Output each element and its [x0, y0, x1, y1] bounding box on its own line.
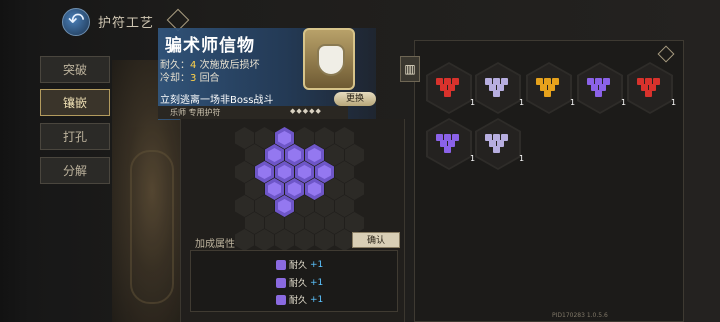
gem-count: 1 [519, 98, 525, 107]
empty-socket[interactable] [315, 127, 334, 149]
gem-count: 1 [671, 98, 677, 107]
tab-punch[interactable]: 打孔 [40, 123, 110, 150]
bonus-stat: 耐久 [289, 261, 308, 271]
tab-breakthrough[interactable]: 突破 [40, 56, 110, 83]
build-id: PID170283 1.0.5.6 [552, 312, 608, 319]
back-arrow-icon[interactable] [62, 8, 90, 36]
empty-socket[interactable] [295, 127, 314, 149]
gem-icon [544, 90, 551, 97]
filled-socket[interactable] [285, 144, 304, 166]
empty-socket[interactable] [255, 229, 274, 251]
gem-icon [444, 90, 451, 97]
filled-socket[interactable] [275, 161, 294, 183]
empty-socket[interactable] [315, 195, 334, 217]
empty-socket[interactable] [345, 144, 364, 166]
gem-count: 1 [470, 154, 476, 163]
filled-socket[interactable] [265, 178, 284, 200]
cooldown-suffix: 回合 [199, 73, 220, 84]
empty-socket[interactable] [325, 144, 344, 166]
gem-icon [645, 90, 652, 97]
empty-socket[interactable] [235, 127, 254, 149]
confirm-button[interactable]: 确认 [352, 232, 400, 248]
bonus-row: 耐久 +1 [276, 276, 323, 289]
bonus-value: +1 [310, 259, 324, 270]
filled-socket[interactable] [315, 161, 334, 183]
amulet-description: 立刻逃离一场非Boss战斗 [160, 95, 274, 106]
tab-decompose[interactable]: 分解 [40, 157, 110, 184]
empty-socket[interactable] [245, 178, 264, 200]
change-button[interactable]: 更换 [334, 92, 376, 106]
cooldown-attr: 冷却：3 回合 [160, 69, 220, 84]
empty-socket[interactable] [235, 195, 254, 217]
filled-socket[interactable] [285, 178, 304, 200]
empty-socket[interactable] [275, 229, 294, 251]
empty-socket[interactable] [265, 212, 284, 234]
empty-socket[interactable] [335, 195, 354, 217]
gem-icon [276, 259, 286, 270]
empty-socket[interactable] [305, 212, 324, 234]
gem-icon [444, 146, 451, 153]
filled-socket[interactable] [275, 195, 294, 217]
gem-icon [276, 277, 286, 288]
empty-socket[interactable] [285, 212, 304, 234]
gem-count: 1 [570, 98, 576, 107]
gem-icon [493, 146, 500, 153]
empty-socket[interactable] [325, 178, 344, 200]
tab-inlay[interactable]: 镶嵌 [40, 89, 110, 116]
amulet-name: 骗术师信物 [165, 36, 255, 56]
bonus-value: +1 [310, 277, 324, 288]
empty-socket[interactable] [335, 127, 354, 149]
durability-pips: ◆◆◆◆◆ [290, 107, 322, 115]
empty-socket[interactable] [235, 229, 254, 251]
bonus-row: 耐久 +1 [276, 293, 323, 306]
gem-count: 1 [470, 98, 476, 107]
empty-socket[interactable] [295, 229, 314, 251]
gem-count: 1 [621, 98, 627, 107]
gem-icon [595, 90, 602, 97]
empty-socket[interactable] [345, 212, 364, 234]
amulet-tag: 乐师 专用护符 [170, 108, 221, 117]
empty-socket[interactable] [255, 127, 274, 149]
page-title: 护符工艺 [98, 16, 155, 31]
filled-socket[interactable] [295, 161, 314, 183]
empty-socket[interactable] [235, 161, 254, 183]
empty-socket[interactable] [345, 178, 364, 200]
cooldown-value: 3 [190, 73, 197, 84]
empty-socket[interactable] [325, 212, 344, 234]
cooldown-label: 冷却： [160, 73, 190, 84]
empty-socket[interactable] [255, 195, 274, 217]
inventory-tab-icon[interactable]: ▥ [400, 56, 420, 82]
empty-socket[interactable] [335, 161, 354, 183]
bonus-value: +1 [310, 294, 324, 305]
gem-icon [276, 294, 286, 305]
filled-socket[interactable] [305, 178, 324, 200]
filled-socket[interactable] [305, 144, 324, 166]
bonus-stat: 耐久 [289, 279, 308, 289]
filled-socket[interactable] [255, 161, 274, 183]
empty-socket[interactable] [245, 212, 264, 234]
empty-socket[interactable] [245, 144, 264, 166]
amulet-mask-icon [303, 28, 355, 90]
gem-icon [493, 90, 500, 97]
filled-socket[interactable] [265, 144, 284, 166]
bonus-stat: 耐久 [289, 296, 308, 306]
empty-socket[interactable] [295, 195, 314, 217]
bonus-label: 加成属性 [195, 239, 235, 250]
empty-socket[interactable] [315, 229, 334, 251]
gem-count: 1 [519, 154, 525, 163]
filled-socket[interactable] [275, 127, 294, 149]
bonus-row: 耐久 +1 [276, 258, 323, 271]
